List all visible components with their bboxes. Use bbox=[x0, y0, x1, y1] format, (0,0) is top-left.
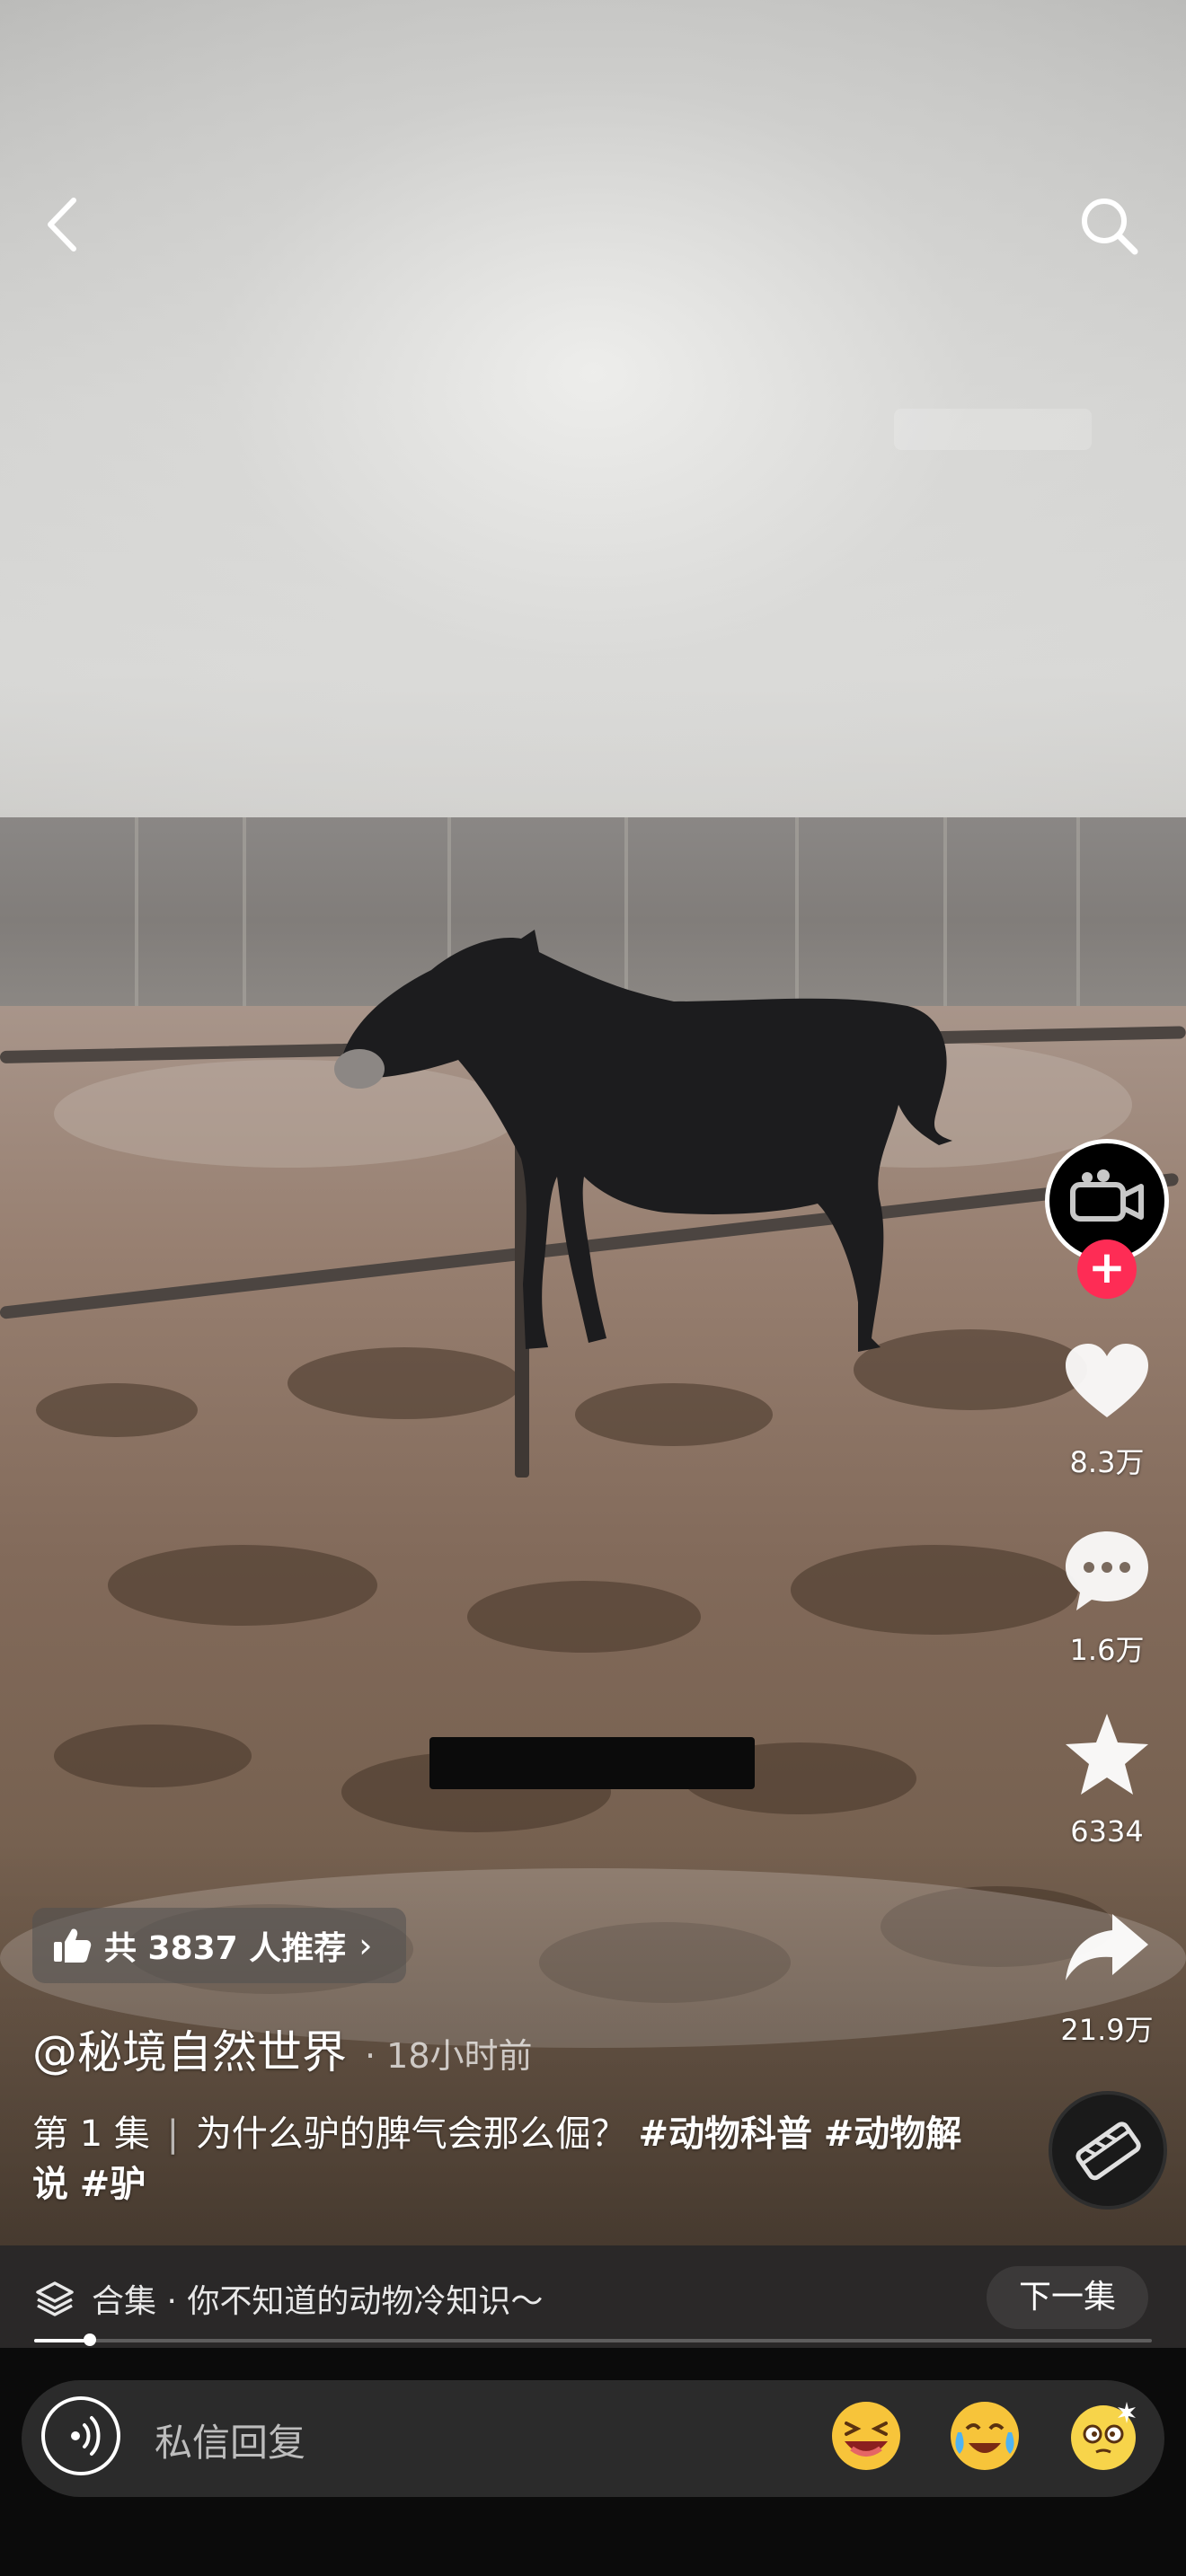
dizzy-emoji[interactable] bbox=[1066, 2398, 1141, 2474]
crying-laugh-emoji[interactable] bbox=[947, 2398, 1022, 2474]
recommend-pill[interactable]: 共 3837 人推荐 › bbox=[32, 1908, 406, 1983]
share-arrow-icon bbox=[1066, 1914, 1148, 1981]
hashtag-link[interactable]: #动物科普 bbox=[639, 2113, 813, 2155]
comment-bubble-icon bbox=[1066, 1531, 1148, 1610]
share-count: 21.9万 bbox=[1060, 2013, 1154, 2047]
progress-handle[interactable] bbox=[84, 2333, 96, 2346]
like-button[interactable] bbox=[1060, 1337, 1154, 1430]
search-icon bbox=[1082, 198, 1138, 255]
voice-button[interactable] bbox=[41, 2396, 120, 2475]
back-button[interactable] bbox=[36, 193, 90, 256]
author-row: @秘境自然世界 · 18小时前 bbox=[32, 2016, 533, 2079]
search-button[interactable] bbox=[1074, 190, 1146, 262]
chevron-left-icon bbox=[48, 198, 76, 251]
layers-icon bbox=[36, 2281, 74, 2316]
hashtag-link[interactable]: #驴 bbox=[80, 2164, 146, 2205]
favorite-button[interactable] bbox=[1060, 1708, 1154, 1802]
recommend-text: 共 3837 人推荐 bbox=[104, 1930, 347, 1967]
star-icon bbox=[1066, 1714, 1148, 1795]
episode-label: 第 1 集 bbox=[32, 2113, 150, 2155]
thumbs-up-icon bbox=[54, 1928, 92, 1963]
voice-icon bbox=[71, 2416, 101, 2456]
progress-track[interactable] bbox=[34, 2339, 1152, 2342]
author-name[interactable]: @秘境自然世界 bbox=[32, 2016, 347, 2081]
chevron-right-icon: › bbox=[358, 1926, 373, 1965]
subtitle-redaction bbox=[429, 1737, 755, 1789]
follow-button[interactable]: + bbox=[1077, 1239, 1137, 1299]
plus-icon: + bbox=[1088, 1241, 1126, 1293]
comment-button[interactable] bbox=[1060, 1524, 1154, 1618]
message-placeholder[interactable]: 私信回复 bbox=[155, 2413, 305, 2467]
video-caption: 第 1 集 | 为什么驴的脾气会那么倔？ #动物科普 #动物解说 #驴 bbox=[32, 2109, 976, 2210]
progress-fill bbox=[34, 2339, 90, 2342]
squinting-laugh-emoji[interactable] bbox=[828, 2398, 904, 2474]
like-count: 8.3万 bbox=[1069, 1445, 1145, 1479]
watermark bbox=[894, 409, 1092, 450]
caption-separator: | bbox=[166, 2113, 180, 2155]
favorite-count: 6334 bbox=[1070, 1814, 1144, 1848]
music-disc[interactable] bbox=[1049, 2091, 1167, 2210]
comment-count: 1.6万 bbox=[1069, 1633, 1145, 1667]
heart-icon bbox=[1066, 1344, 1148, 1417]
caption-title: 为什么驴的脾气会那么倔？ bbox=[195, 2113, 627, 2155]
donkey bbox=[334, 930, 953, 1352]
share-button[interactable] bbox=[1060, 1900, 1154, 1993]
post-time: · 18小时前 bbox=[365, 2036, 533, 2076]
video-feed-screen: + 8.3万 1.6万 6334 21.9万 共 3837 人推荐 › @秘境自… bbox=[0, 0, 1186, 2576]
collection-title[interactable]: 合集 · 你不知道的动物冷知识～ bbox=[92, 2275, 543, 2322]
next-episode-button[interactable]: 下一集 bbox=[987, 2266, 1148, 2329]
music-disc-icon bbox=[1075, 2122, 1141, 2181]
